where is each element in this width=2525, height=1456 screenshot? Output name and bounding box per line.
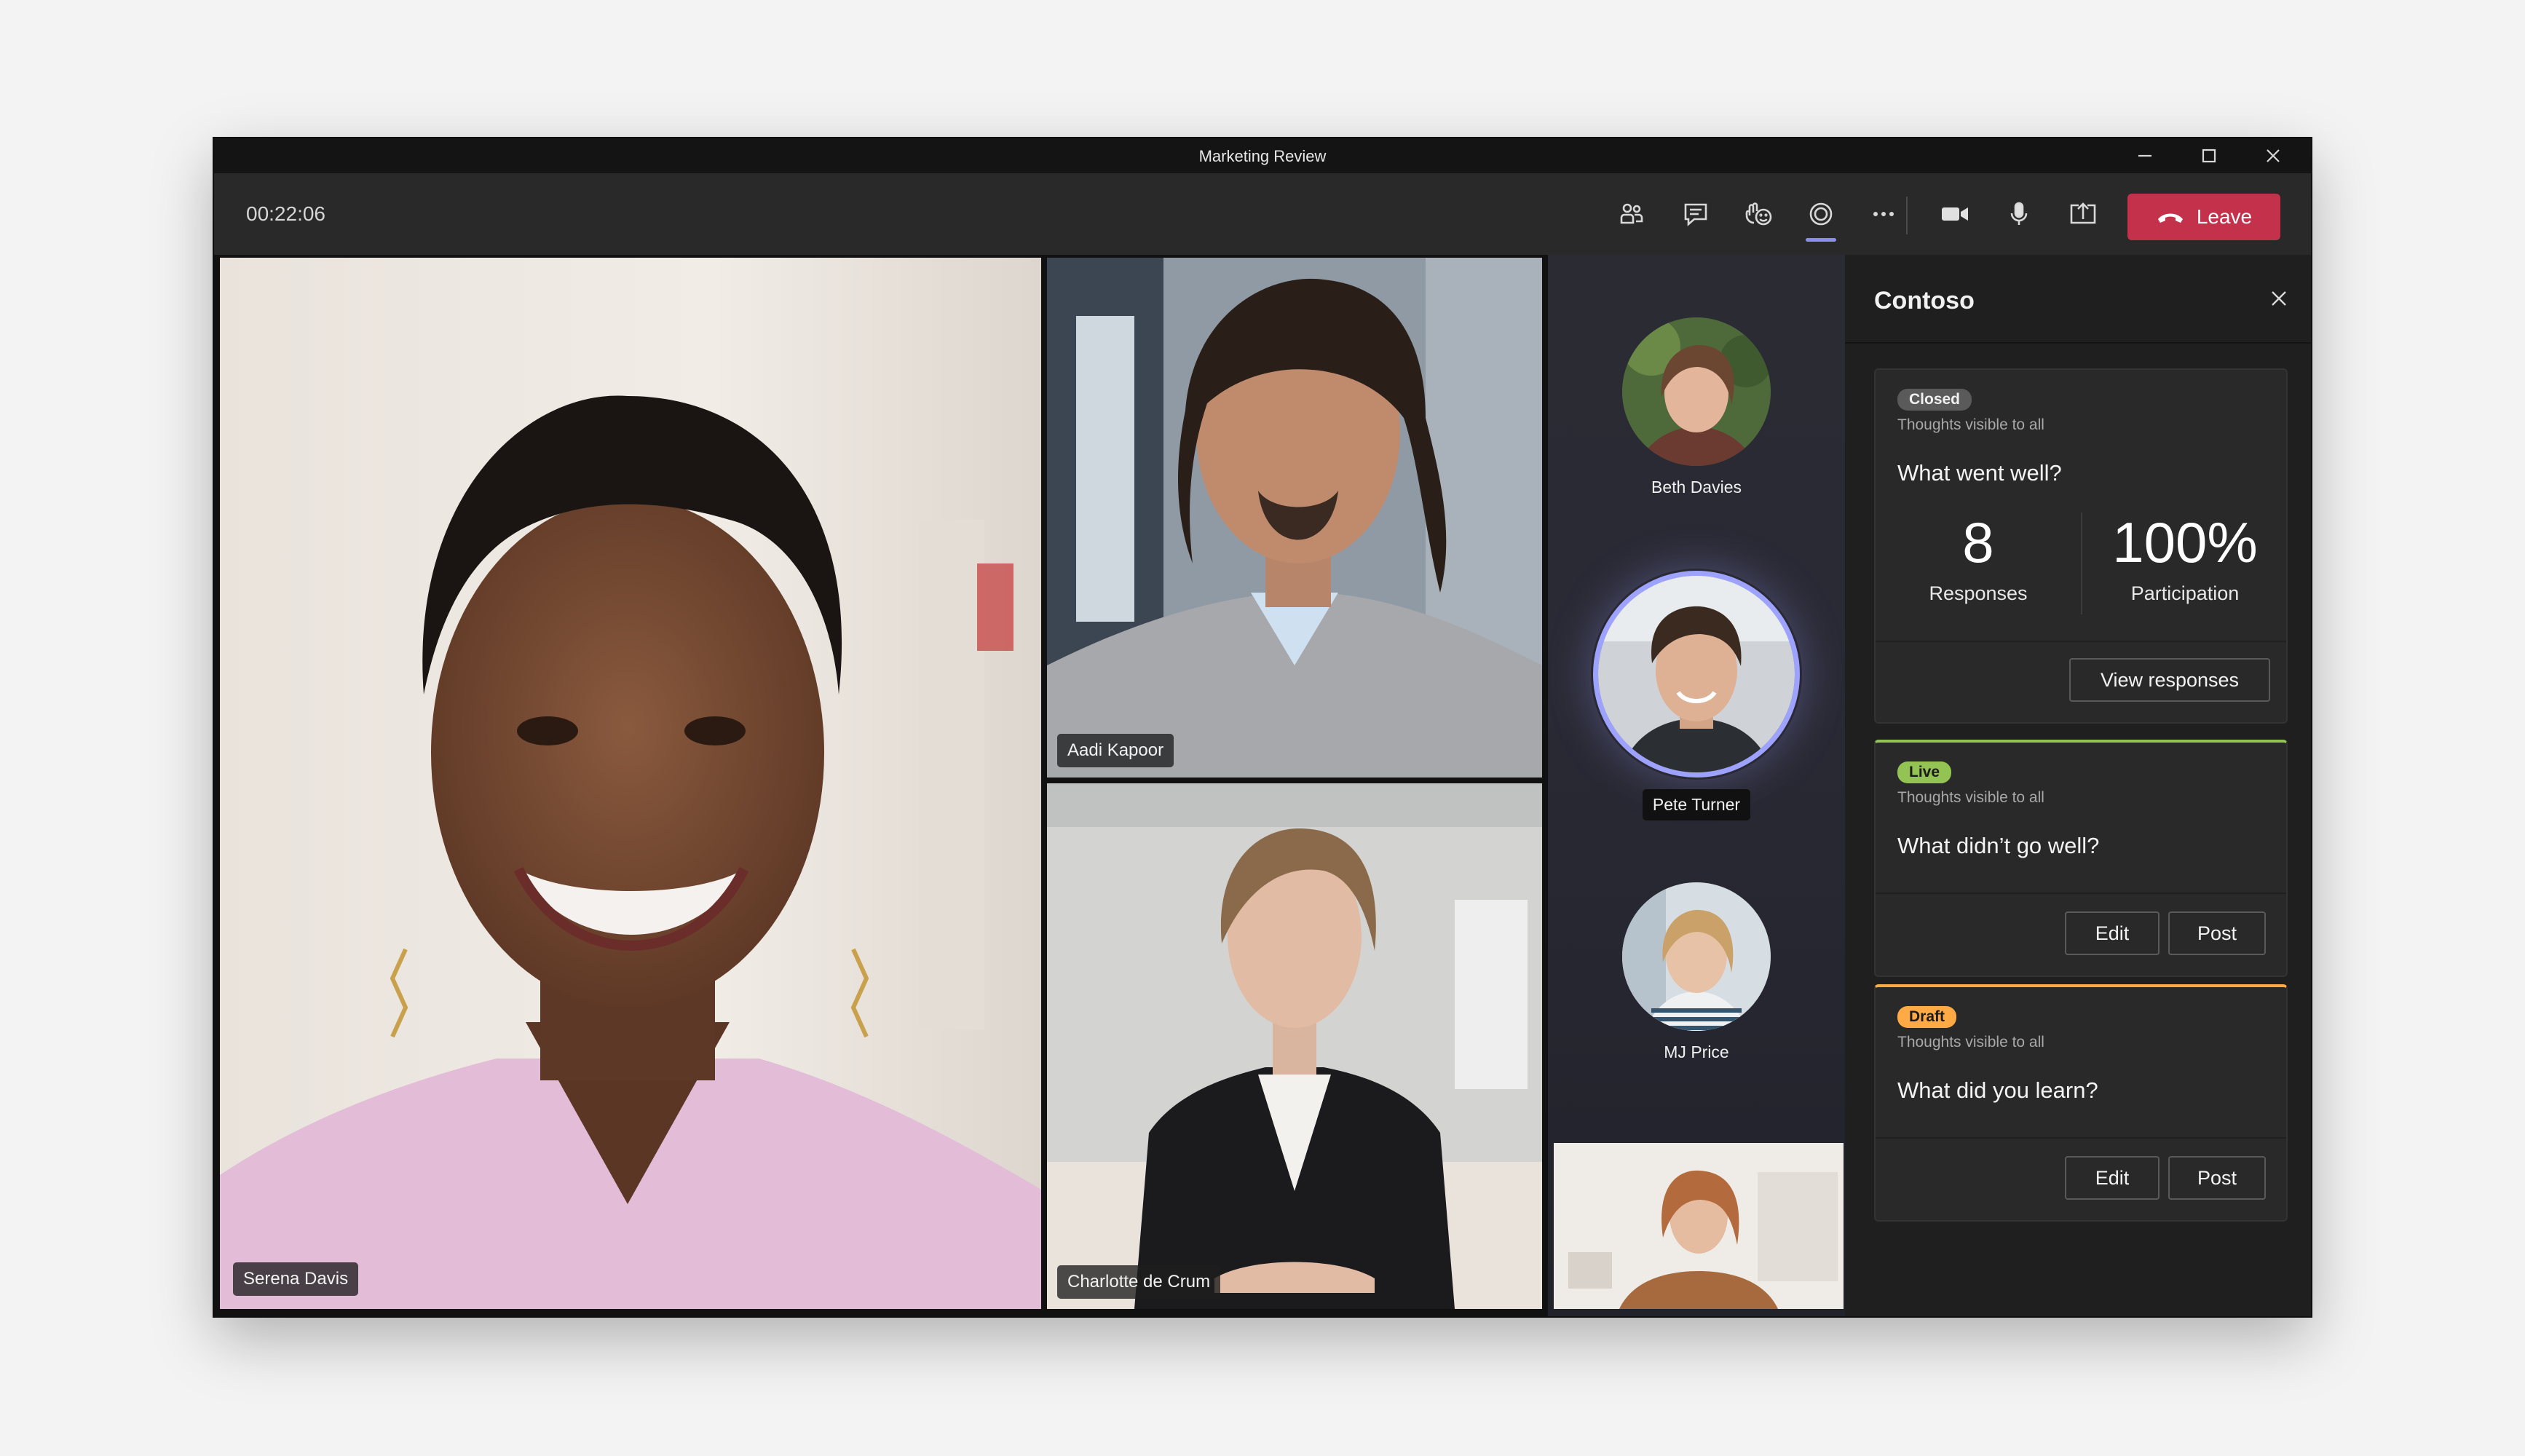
visibility-text: Thoughts visible to all — [1897, 789, 2044, 806]
call-toolbar: 00:22:06 Leave — [214, 173, 2311, 255]
close-window-button[interactable] — [2241, 138, 2305, 173]
call-timer: 00:22:06 — [246, 202, 325, 225]
participation-stat: 100% Participation — [2082, 505, 2286, 605]
title-bar: Marketing Review — [214, 138, 2311, 173]
roster-item-pete-turner[interactable]: Pete Turner — [1548, 571, 1845, 820]
panel-title: Contoso — [1874, 287, 1975, 314]
participant-roster: Beth Davies Pete Turner MJ Price — [1548, 255, 1845, 1316]
microphone-icon — [2010, 202, 2028, 225]
card-footer: Edit Post — [1876, 893, 2286, 976]
leave-button[interactable]: Leave — [2127, 194, 2280, 240]
roster-name: Pete Turner — [1642, 789, 1751, 820]
app-icon — [1809, 202, 1833, 226]
status-badge: Live — [1897, 761, 1952, 783]
responses-stat: 8 Responses — [1876, 505, 2081, 605]
avatar — [1622, 882, 1771, 1031]
video-tile-charlotte-de-crum[interactable]: Charlotte de Crum — [1047, 783, 1542, 1309]
participant-name: Serena Davis — [233, 1262, 359, 1296]
video-tile-serena-davis[interactable]: Serena Davis — [220, 258, 1041, 1309]
camera-button[interactable] — [1929, 192, 1980, 236]
post-button[interactable]: Post — [2168, 911, 2266, 955]
status-badge: Closed — [1897, 389, 1972, 411]
roster-item-beth-davies[interactable]: Beth Davies — [1548, 317, 1845, 497]
self-view-video[interactable] — [1554, 1143, 1844, 1309]
people-icon — [1620, 203, 1643, 224]
more-icon — [1873, 212, 1894, 216]
question-card-live: Live Thoughts visible to all What didn’t… — [1874, 740, 2288, 977]
participant-name: Aadi Kapoor — [1057, 734, 1174, 767]
leave-label: Leave — [2196, 205, 2253, 228]
panel-header: Contoso — [1845, 255, 2311, 344]
participation-value: 100% — [2112, 510, 2258, 574]
maximize-icon — [2202, 149, 2216, 163]
edit-button[interactable]: Edit — [2065, 911, 2160, 955]
avatar — [1622, 317, 1771, 466]
participant-name: Charlotte de Crum — [1057, 1265, 1221, 1299]
camera-icon — [1942, 207, 1968, 221]
hang-up-icon — [2157, 213, 2183, 223]
roster-name: Beth Davies — [1651, 478, 1742, 496]
post-button[interactable]: Post — [2168, 1156, 2266, 1200]
view-responses-button[interactable]: View responses — [2069, 658, 2270, 702]
question-text: What did you learn? — [1897, 1077, 2098, 1103]
share-screen-button[interactable] — [2058, 192, 2109, 236]
more-options-button[interactable] — [1858, 192, 1909, 236]
question-card-draft: Draft Thoughts visible to all What did y… — [1874, 984, 2288, 1222]
responses-count: 8 — [1962, 510, 1994, 574]
response-stats: 8 Responses 100% Participation — [1876, 505, 2286, 622]
close-icon — [2272, 291, 2286, 306]
minimize-button[interactable] — [2113, 138, 2177, 173]
roster-item-mj-price[interactable]: MJ Price — [1548, 882, 1845, 1062]
participation-label: Participation — [2130, 582, 2240, 604]
contoso-panel: Contoso Closed Thoughts visible to all W… — [1845, 255, 2311, 1316]
window-title: Marketing Review — [1198, 147, 1327, 165]
question-text: What didn’t go well? — [1897, 833, 2100, 858]
reactions-button[interactable] — [1733, 192, 1784, 236]
video-tile-aadi-kapoor[interactable]: Aadi Kapoor — [1047, 258, 1542, 778]
video-stage: Serena Davis Aadi Kapoor Charlotte de Cr… — [214, 255, 1845, 1316]
teams-meeting-window: Marketing Review 00:22:06 Leave Serena D… — [214, 138, 2311, 1316]
participant-video — [1047, 783, 1542, 1309]
share-screen-icon — [2070, 202, 2096, 224]
roster-name: MJ Price — [1664, 1042, 1729, 1061]
card-footer: View responses — [1876, 641, 2286, 722]
participant-video — [1554, 1143, 1844, 1309]
minimize-icon — [2138, 154, 2151, 157]
chat-button[interactable] — [1670, 192, 1721, 236]
microphone-button[interactable] — [1993, 192, 2044, 236]
reactions-icon — [1745, 202, 1772, 226]
question-card-closed: Closed Thoughts visible to all What went… — [1874, 368, 2288, 724]
toolbar-divider — [1906, 197, 1908, 234]
participant-video — [220, 258, 1041, 1309]
active-speaker-avatar — [1593, 571, 1800, 778]
close-panel-button[interactable] — [2269, 288, 2289, 309]
maximize-button[interactable] — [2177, 138, 2241, 173]
app-button[interactable] — [1795, 192, 1846, 242]
chat-icon — [1684, 203, 1707, 226]
visibility-text: Thoughts visible to all — [1897, 416, 2044, 433]
close-icon — [2267, 149, 2280, 162]
visibility-text: Thoughts visible to all — [1897, 1034, 2044, 1051]
status-badge: Draft — [1897, 1006, 1957, 1028]
card-footer: Edit Post — [1876, 1137, 2286, 1220]
people-button[interactable] — [1606, 192, 1657, 236]
responses-label: Responses — [1929, 582, 2028, 604]
participant-video — [1047, 258, 1542, 778]
question-text: What went well? — [1897, 460, 2062, 486]
edit-button[interactable]: Edit — [2065, 1156, 2160, 1200]
